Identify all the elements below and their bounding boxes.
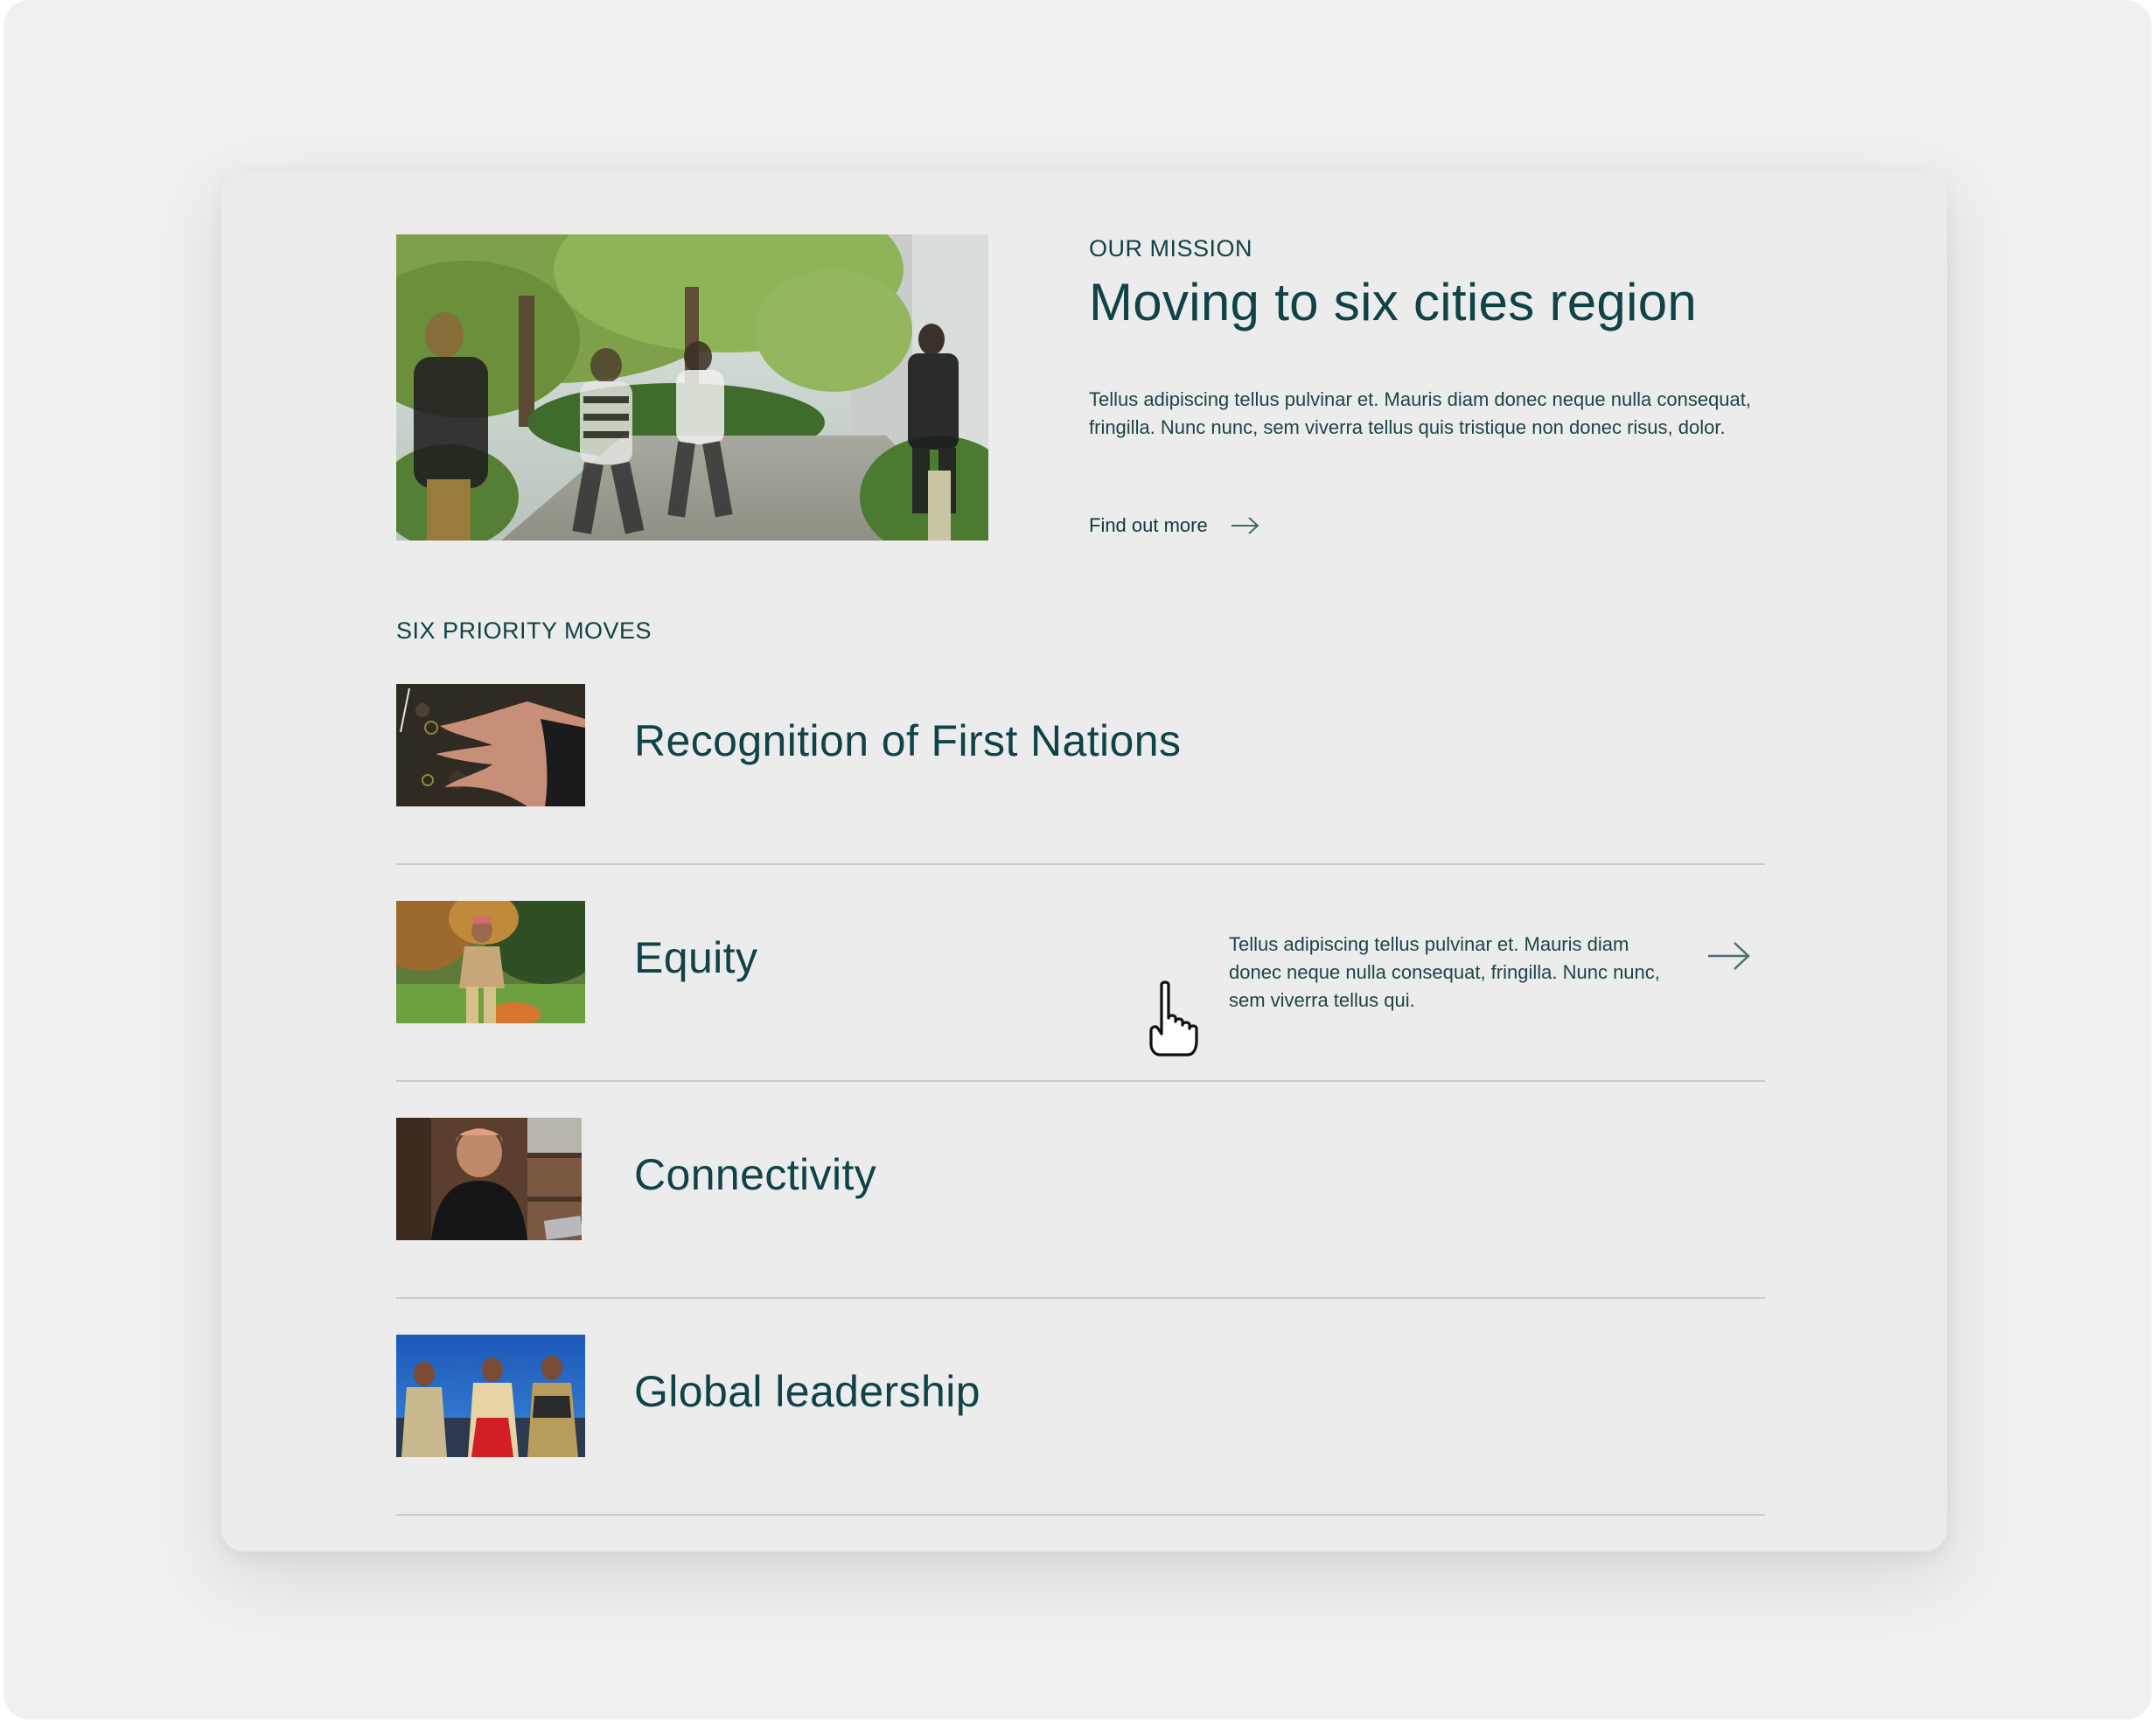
move-thumbnail	[396, 901, 585, 1023]
move-thumbnail	[396, 1118, 582, 1240]
mission-body: Tellus adipiscing tellus pulvinar et. Ma…	[1089, 388, 1752, 438]
find-out-more-link[interactable]: Find out more	[1089, 513, 1260, 539]
move-thumbnail	[396, 684, 585, 806]
move-row-global-leadership[interactable]: Global leadership	[396, 1299, 1765, 1516]
move-title: Recognition of First Nations	[634, 716, 1182, 765]
move-description: Tellus adipiscing tellus pulvinar et. Ma…	[1229, 933, 1660, 1011]
find-out-more-label: Find out more	[1089, 514, 1208, 536]
move-title: Connectivity	[634, 1150, 877, 1199]
mission-title: Moving to six cities region	[1089, 273, 1698, 331]
move-thumbnail	[396, 1335, 585, 1457]
arrow-right-icon[interactable]	[1706, 938, 1752, 973]
moves-eyebrow: SIX PRIORITY MOVES	[396, 617, 652, 644]
arrow-right-icon	[1231, 517, 1259, 534]
mission-photo	[396, 234, 988, 541]
move-row-connectivity[interactable]: Connectivity	[396, 1082, 1765, 1299]
move-title: Equity	[634, 933, 758, 982]
move-title: Global leadership	[634, 1367, 980, 1416]
mission-eyebrow: OUR MISSION	[1089, 235, 1253, 262]
move-row-first-nations[interactable]: Recognition of First Nations	[396, 648, 1765, 865]
move-row-equity[interactable]: Equity Tellus adipiscing tellus pulvinar…	[396, 865, 1765, 1082]
